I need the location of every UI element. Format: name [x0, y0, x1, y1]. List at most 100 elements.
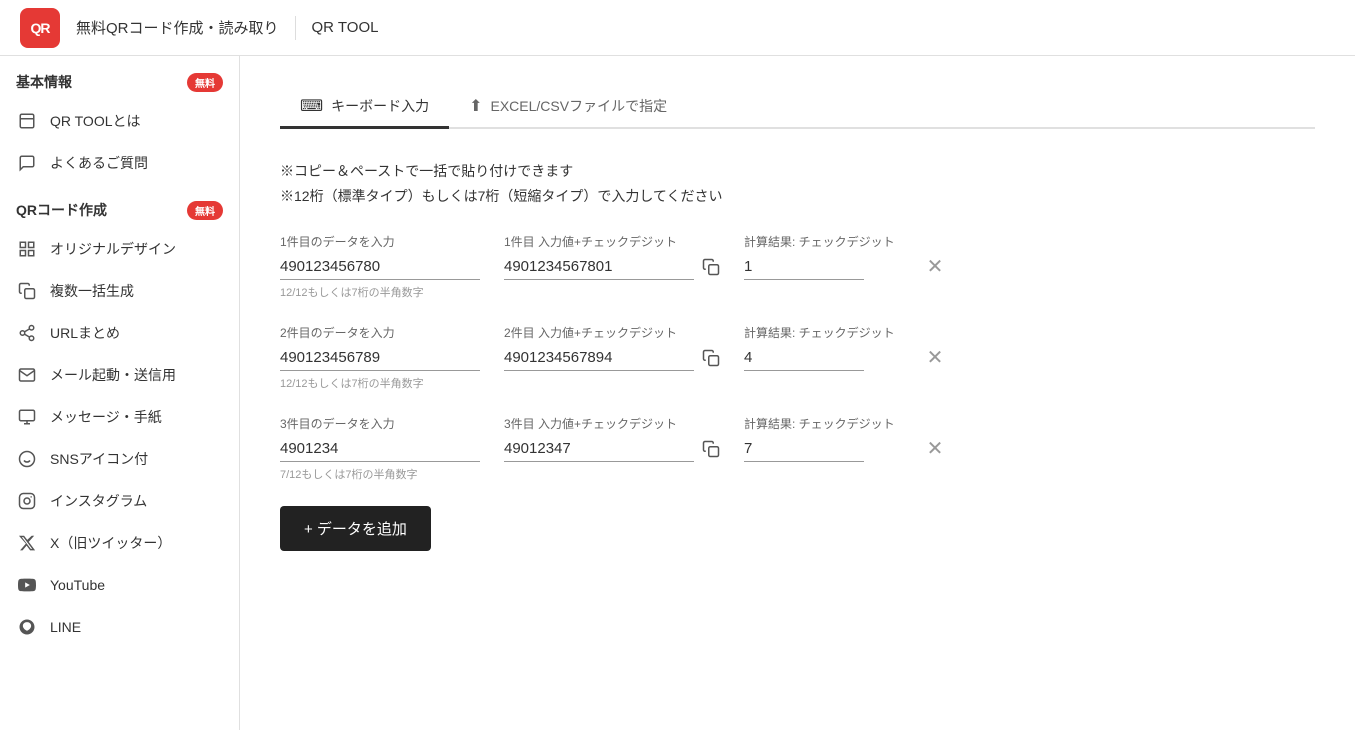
rows-container: 1件目のデータを入力 12/12もしくは7桁の半角数字 1件目 入力値+チェック… [280, 233, 1315, 482]
header-divider [295, 16, 296, 40]
sidebar-section2-header: QRコード作成 無料 [0, 184, 239, 228]
input-label-1: 1件目のデータを入力 [280, 233, 480, 250]
message-icon [16, 406, 38, 428]
input-field-2[interactable] [280, 345, 480, 371]
input-group-1: 1件目のデータを入力 12/12もしくは7桁の半角数字 [280, 233, 480, 300]
result-field-2[interactable] [504, 345, 694, 371]
input-label-3: 3件目のデータを入力 [280, 415, 480, 432]
check-field-1[interactable] [744, 254, 864, 280]
sidebar-item-mail[interactable]: メール起動・送信用 [0, 354, 239, 396]
sidebar-item-bulk[interactable]: 複数一括生成 [0, 270, 239, 312]
sidebar-section2-badge: 無料 [187, 201, 223, 220]
sidebar-section1-header: 基本情報 無料 [0, 56, 239, 100]
result-group-2: 2件目 入力値+チェックデジット [504, 324, 720, 371]
tab-keyboard-label: キーボード入力 [331, 96, 429, 116]
input-hint-1: 12/12もしくは7桁の半角数字 [280, 284, 480, 300]
share-icon [16, 322, 38, 344]
instagram-icon [16, 490, 38, 512]
result-label-1: 1件目 入力値+チェックデジット [504, 233, 720, 250]
check-field-2[interactable] [744, 345, 864, 371]
sidebar-item-twitter-label: X（旧ツイッター） [50, 533, 171, 553]
sidebar-section1-badge: 無料 [187, 73, 223, 92]
sidebar-item-line-label: LINE [50, 619, 81, 635]
sidebar-item-message-label: メッセージ・手紙 [50, 407, 162, 427]
add-data-button[interactable]: + データを追加 [280, 506, 431, 551]
data-row-2: 2件目のデータを入力 12/12もしくは7桁の半角数字 2件目 入力値+チェック… [280, 324, 1315, 391]
main-content: ⌨ キーボード入力 ⬆ EXCEL/CSVファイルで指定 ※コピー＆ペーストで一… [240, 56, 1355, 730]
smile-icon [16, 448, 38, 470]
sidebar-item-instagram-label: インスタグラム [50, 491, 147, 511]
sidebar-section1-title: 基本情報 [16, 72, 72, 92]
input-hint-3: 7/12もしくは7桁の半角数字 [280, 466, 480, 482]
sidebar-item-original[interactable]: オリジナルデザイン [0, 228, 239, 270]
sidebar-item-line[interactable]: LINE [0, 606, 239, 648]
add-button-label: + データを追加 [304, 518, 407, 539]
result-with-copy-1 [504, 254, 720, 280]
check-field-3[interactable] [744, 436, 864, 462]
result-label-3: 3件目 入力値+チェックデジット [504, 415, 720, 432]
input-label-2: 2件目のデータを入力 [280, 324, 480, 341]
check-group-3: 計算結果: チェックデジット [744, 415, 895, 462]
copy-button-2[interactable] [702, 349, 720, 367]
sidebar-item-youtube[interactable]: YouTube [0, 564, 239, 606]
x-icon [16, 532, 38, 554]
result-with-copy-3 [504, 436, 720, 462]
copy-button-3[interactable] [702, 440, 720, 458]
input-hint-2: 12/12もしくは7桁の半角数字 [280, 375, 480, 391]
youtube-icon [16, 574, 38, 596]
sidebar-item-twitter[interactable]: X（旧ツイッター） [0, 522, 239, 564]
chat-icon [16, 152, 38, 174]
input-field-3[interactable] [280, 436, 480, 462]
header: QR 無料QRコード作成・読み取り QR TOOL [0, 0, 1355, 56]
sidebar-item-faq[interactable]: よくあるご質問 [0, 142, 239, 184]
remove-button-1[interactable]: ✕ [919, 246, 952, 287]
notice-line1: ※コピー＆ペーストで一括で貼り付けできます [280, 159, 1315, 184]
check-group-1: 計算結果: チェックデジット [744, 233, 895, 280]
sidebar-item-bulk-label: 複数一括生成 [50, 281, 134, 301]
line-icon [16, 616, 38, 638]
result-label-2: 2件目 入力値+チェックデジット [504, 324, 720, 341]
tab-keyboard[interactable]: ⌨ キーボード入力 [280, 86, 449, 129]
data-row-3: 3件目のデータを入力 7/12もしくは7桁の半角数字 3件目 入力値+チェックデ… [280, 415, 1315, 482]
tabs: ⌨ キーボード入力 ⬆ EXCEL/CSVファイルで指定 [280, 86, 1315, 129]
input-field-1[interactable] [280, 254, 480, 280]
keyboard-icon: ⌨ [300, 96, 323, 116]
data-row-1: 1件目のデータを入力 12/12もしくは7桁の半角数字 1件目 入力値+チェック… [280, 233, 1315, 300]
sidebar-item-original-label: オリジナルデザイン [50, 239, 176, 259]
remove-button-3[interactable]: ✕ [919, 428, 952, 469]
tab-excel-label: EXCEL/CSVファイルで指定 [491, 96, 668, 116]
result-field-3[interactable] [504, 436, 694, 462]
sidebar-item-faq-label: よくあるご質問 [50, 153, 148, 173]
sidebar-item-mail-label: メール起動・送信用 [50, 365, 176, 385]
sidebar-item-instagram[interactable]: インスタグラム [0, 480, 239, 522]
result-group-1: 1件目 入力値+チェックデジット [504, 233, 720, 280]
sidebar-item-qrtool-label: QR TOOLとは [50, 111, 141, 131]
sidebar-item-url-label: URLまとめ [50, 323, 120, 343]
result-with-copy-2 [504, 345, 720, 371]
logo: QR [20, 8, 60, 48]
remove-button-2[interactable]: ✕ [919, 337, 952, 378]
notice-line2: ※12桁（標準タイプ）もしくは7桁（短縮タイプ）で入力してください [280, 184, 1315, 209]
layout: 基本情報 無料 QR TOOLとは よくあるご質問 QRコード作成 無料 オリジ… [0, 56, 1355, 730]
notice: ※コピー＆ペーストで一括で貼り付けできます ※12桁（標準タイプ）もしくは7桁（… [280, 159, 1315, 209]
result-group-3: 3件目 入力値+チェックデジット [504, 415, 720, 462]
sidebar-item-sns-label: SNSアイコン付 [50, 449, 148, 469]
sidebar-item-qrtool[interactable]: QR TOOLとは [0, 100, 239, 142]
mail-icon [16, 364, 38, 386]
check-label-3: 計算結果: チェックデジット [744, 415, 895, 432]
tab-excel[interactable]: ⬆ EXCEL/CSVファイルで指定 [449, 86, 687, 129]
sidebar-item-url[interactable]: URLまとめ [0, 312, 239, 354]
book-icon [16, 110, 38, 132]
header-title: 無料QRコード作成・読み取り [76, 17, 279, 38]
grid-icon [16, 238, 38, 260]
copy-button-1[interactable] [702, 258, 720, 276]
result-field-1[interactable] [504, 254, 694, 280]
sidebar-section2-title: QRコード作成 [16, 200, 107, 220]
check-group-2: 計算結果: チェックデジット [744, 324, 895, 371]
sidebar-item-message[interactable]: メッセージ・手紙 [0, 396, 239, 438]
sidebar-item-youtube-label: YouTube [50, 577, 105, 593]
sidebar-item-sns[interactable]: SNSアイコン付 [0, 438, 239, 480]
check-label-1: 計算結果: チェックデジット [744, 233, 895, 250]
input-group-2: 2件目のデータを入力 12/12もしくは7桁の半角数字 [280, 324, 480, 391]
copy-icon [16, 280, 38, 302]
